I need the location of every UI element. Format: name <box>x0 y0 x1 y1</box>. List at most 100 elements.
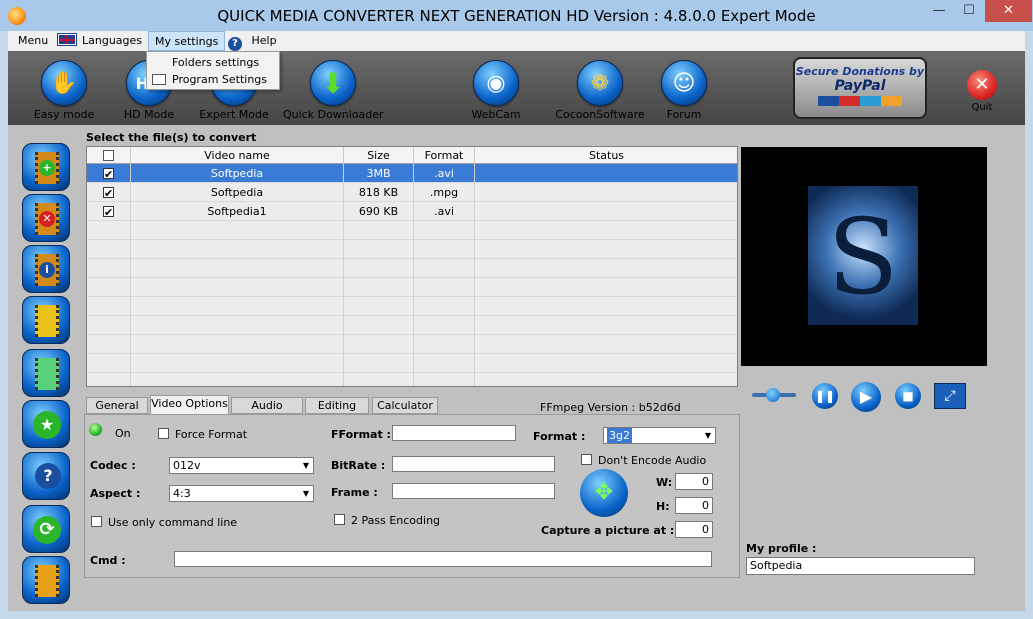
seek-handle[interactable] <box>766 388 780 402</box>
cell-name <box>131 278 344 297</box>
table-row[interactable]: Softpedia1690 KB.avi <box>87 202 737 222</box>
two-pass-checkbox[interactable] <box>334 514 345 525</box>
fullscreen-button[interactable]: ⤢ <box>934 383 966 409</box>
table-row <box>87 297 737 316</box>
select-all-checkbox[interactable] <box>103 150 114 161</box>
table-row[interactable]: Softpedia3MB.avi <box>87 164 737 184</box>
cell-status <box>475 297 737 316</box>
quit-button[interactable]: ✕ Quit <box>960 70 1004 113</box>
menu-my-settings[interactable]: My settings <box>148 31 226 51</box>
title-bar: QUICK MEDIA CONVERTER NEXT GENERATION HD… <box>0 0 1033 31</box>
donate-line2: PayPal <box>834 78 886 94</box>
info-icon: i <box>39 262 55 278</box>
remove-file-button[interactable]: ✕ <box>22 194 70 242</box>
cocoon-software-button[interactable]: ❁ CocoonSoftware <box>554 60 646 121</box>
update-button[interactable]: ⟳ <box>22 505 70 553</box>
fformat-label: FFormat : <box>331 428 391 441</box>
poster-letter: S <box>827 196 899 318</box>
tab-general-info[interactable]: General info <box>86 397 148 428</box>
column-status[interactable]: Status <box>475 147 737 164</box>
cell-size: 690 KB <box>344 202 414 221</box>
cell-format <box>414 278 475 297</box>
cell-size <box>344 354 414 373</box>
help-icon: ? <box>228 37 242 51</box>
cell-size <box>344 316 414 335</box>
paypal-donate-button[interactable]: Secure Donations by PayPal <box>793 57 927 119</box>
frame-input[interactable] <box>392 483 555 499</box>
tab-calculator[interactable]: Calculator <box>372 397 438 414</box>
dont-encode-audio-checkbox[interactable] <box>581 454 592 465</box>
tab-editing[interactable]: Editing <box>305 397 369 414</box>
row-checkbox-cell <box>87 183 131 203</box>
file-list: Video name Size Format Status Softpedia3… <box>86 146 738 387</box>
hd-mode-label: HD Mode <box>123 108 175 121</box>
select-all-header[interactable] <box>87 147 131 164</box>
cell-size <box>344 278 414 297</box>
stop-button[interactable]: ■ <box>895 383 921 409</box>
close-button[interactable]: ✕ <box>985 0 1032 22</box>
row-checkbox[interactable] <box>103 165 114 184</box>
quick-downloader-button[interactable]: ⬇ Quick Downloader <box>283 60 384 121</box>
ffmpeg-version: FFmpeg Version : b52d6d <box>540 401 681 414</box>
column-video-name[interactable]: Video name <box>131 147 344 164</box>
force-format-checkbox[interactable] <box>158 428 169 439</box>
pause-button[interactable]: ❚❚ <box>812 383 838 409</box>
row-checkbox-cell <box>87 164 131 184</box>
menu-languages[interactable]: Languages <box>52 31 148 51</box>
cell-status <box>475 373 737 386</box>
file-info-button[interactable]: i <box>22 245 70 293</box>
quit-label: Quit <box>971 102 993 113</box>
use-command-line-checkbox[interactable] <box>91 516 102 527</box>
row-checkbox[interactable] <box>103 203 114 222</box>
update-icon: ⟳ <box>33 516 61 544</box>
donate-line1: Secure Donations by <box>795 65 925 78</box>
height-input[interactable]: 0 <box>675 497 713 514</box>
row-checkbox[interactable] <box>103 184 114 203</box>
help-book-button[interactable]: ? <box>22 452 70 500</box>
aspect-selected-value: 4:3 <box>173 487 191 500</box>
width-input[interactable]: 0 <box>675 473 713 490</box>
capture-input[interactable]: 0 <box>675 521 713 538</box>
add-file-button[interactable]: + <box>22 143 70 191</box>
cell-format <box>414 335 475 354</box>
format-select[interactable]: 3g2 ▼ <box>603 427 716 444</box>
menu-menu[interactable]: Menu <box>12 31 54 51</box>
convert-button[interactable]: ★ <box>22 400 70 448</box>
output-folder-button[interactable] <box>22 349 70 397</box>
fformat-input[interactable] <box>392 425 516 441</box>
bitrate-input[interactable] <box>392 456 555 472</box>
aspect-select[interactable]: 4:3 ▼ <box>169 485 314 502</box>
dropdown-folders-settings[interactable]: Folders settings <box>147 54 279 71</box>
download-arrow-icon: ⬇ <box>310 60 356 106</box>
cell-name: Softpedia <box>131 183 344 202</box>
capture-label: Capture a picture at : <box>541 524 675 537</box>
forum-button[interactable]: ☺ Forum <box>644 60 724 121</box>
profile-label: My profile : <box>746 542 817 555</box>
table-row <box>87 240 737 259</box>
remove-icon: ✕ <box>39 211 55 227</box>
cmd-input[interactable] <box>174 551 712 567</box>
maximize-button[interactable]: ☐ <box>955 0 983 22</box>
webcam-button[interactable]: ◉ WebCam <box>456 60 536 121</box>
codec-select[interactable]: 012v ▼ <box>169 457 314 474</box>
dropdown-program-settings[interactable]: Program Settings <box>147 71 279 88</box>
table-row <box>87 373 737 386</box>
column-size[interactable]: Size <box>344 147 414 164</box>
window-title: QUICK MEDIA CONVERTER NEXT GENERATION HD… <box>217 7 816 25</box>
minimize-button[interactable]: — <box>925 0 953 22</box>
save-button[interactable] <box>22 296 70 344</box>
tab-video-options[interactable]: Video Options <box>150 395 229 415</box>
tab-audio-options[interactable]: Audio Options <box>231 397 303 428</box>
menu-help[interactable]: ? Help <box>222 31 283 51</box>
cell-status <box>475 259 737 278</box>
resize-move-button[interactable]: ✥ <box>580 469 628 517</box>
profile-input[interactable]: Softpedia <box>746 557 975 575</box>
expert-mode-label: Expert Mode <box>199 108 269 121</box>
cell-size <box>344 259 414 278</box>
exit-door-button[interactable] <box>22 556 70 604</box>
easy-mode-button[interactable]: ✋ Easy mode <box>24 60 104 121</box>
column-format[interactable]: Format <box>414 147 475 164</box>
play-button[interactable]: ▶ <box>851 382 881 412</box>
folder-icon <box>35 358 59 390</box>
table-row[interactable]: Softpedia818 KB.mpg <box>87 183 737 203</box>
